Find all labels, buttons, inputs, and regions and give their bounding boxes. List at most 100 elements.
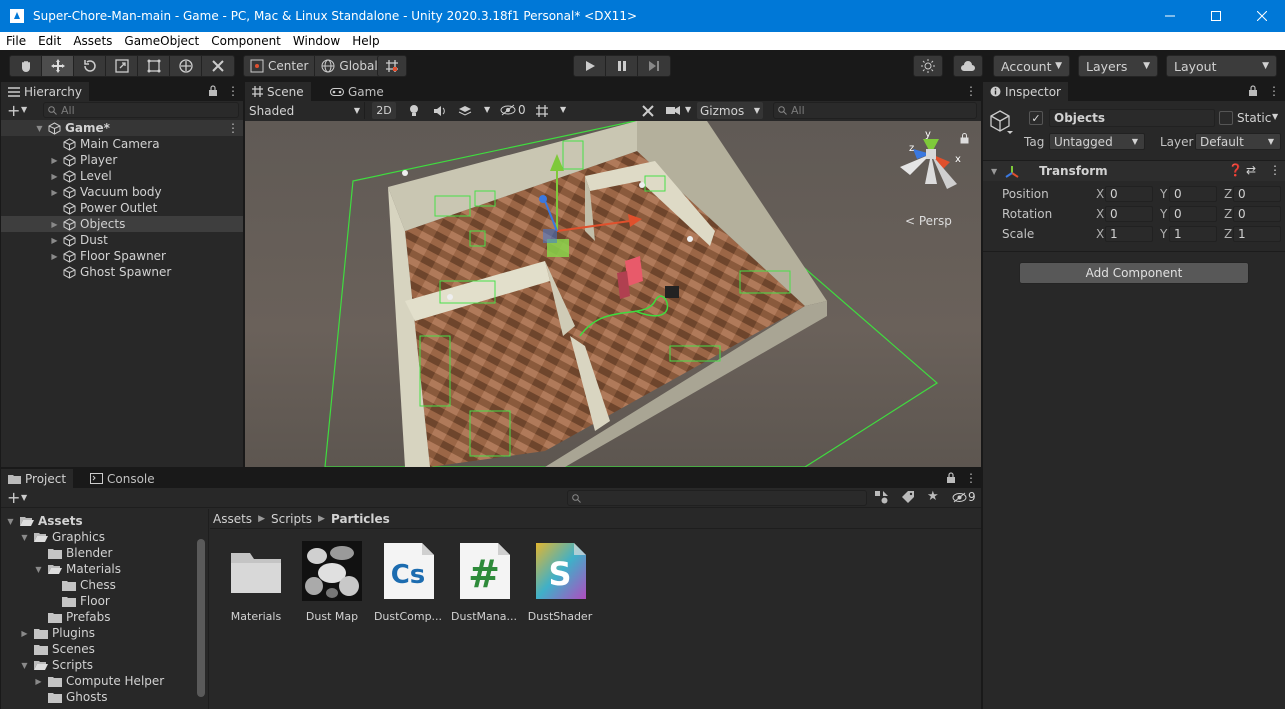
menu-help[interactable]: Help bbox=[346, 34, 385, 48]
asset-dustcomp-script[interactable]: Cs DustComp... bbox=[371, 541, 445, 623]
hidden-objects-toggle[interactable]: 0 bbox=[500, 103, 526, 117]
hierarchy-item[interactable]: ▶ Floor Spawner bbox=[1, 248, 243, 264]
hierarchy-item[interactable]: ▶ Vacuum body bbox=[1, 184, 243, 200]
asset-dustshader[interactable]: S DustShader bbox=[523, 541, 597, 623]
expanded-triangle-icon[interactable]: ▼ bbox=[20, 661, 29, 670]
kebab-menu-icon[interactable]: ⋮ bbox=[965, 471, 977, 485]
shading-mode-dropdown[interactable]: Shaded ▼ bbox=[245, 102, 365, 119]
transform-z-field[interactable]: 0 bbox=[1233, 206, 1281, 222]
pause-button[interactable] bbox=[606, 56, 638, 76]
hand-tool-button[interactable] bbox=[10, 56, 42, 76]
collapsed-triangle-icon[interactable]: ▶ bbox=[50, 220, 59, 229]
layer-dropdown[interactable]: Default ▼ bbox=[1195, 133, 1281, 150]
active-checkbox[interactable]: ✓ bbox=[1029, 111, 1043, 125]
move-tool-button[interactable] bbox=[42, 56, 74, 76]
scale-tool-button[interactable] bbox=[106, 56, 138, 76]
collapsed-triangle-icon[interactable]: ▶ bbox=[50, 252, 59, 261]
object-name-input[interactable]: Objects bbox=[1049, 109, 1215, 127]
pivot-mode-button[interactable]: Center bbox=[244, 56, 316, 76]
expanded-triangle-icon[interactable]: ▼ bbox=[6, 517, 15, 526]
rotate-tool-button[interactable] bbox=[74, 56, 106, 76]
tree-scrollbar[interactable] bbox=[197, 539, 205, 697]
kebab-menu-icon[interactable]: ⋮ bbox=[1268, 84, 1280, 98]
project-search-input[interactable] bbox=[567, 490, 867, 506]
toggle-2d-button[interactable]: 2D bbox=[372, 102, 396, 119]
preset-sliders-icon[interactable]: ⇄ bbox=[1246, 163, 1256, 177]
menu-edit[interactable]: Edit bbox=[32, 34, 67, 48]
project-tree-item[interactable]: Ghosts bbox=[1, 689, 107, 705]
hierarchy-item[interactable]: Power Outlet bbox=[1, 200, 243, 216]
layout-dropdown[interactable]: Layout ▼ bbox=[1166, 55, 1277, 77]
account-dropdown[interactable]: Account ▼ bbox=[993, 55, 1070, 77]
services-button[interactable] bbox=[914, 56, 942, 76]
play-button[interactable] bbox=[574, 56, 606, 76]
kebab-menu-icon[interactable]: ⋮ bbox=[1269, 163, 1281, 177]
step-button[interactable] bbox=[638, 56, 670, 76]
kebab-menu-icon[interactable]: ⋮ bbox=[227, 121, 239, 135]
collapsed-triangle-icon[interactable]: ▶ bbox=[50, 188, 59, 197]
collapsed-triangle-icon[interactable]: ▶ bbox=[50, 156, 59, 165]
hierarchy-search-input[interactable]: All bbox=[43, 102, 239, 118]
camera-icon[interactable] bbox=[666, 105, 680, 116]
caret-down-icon[interactable]: ▼ bbox=[21, 493, 27, 502]
persp-label[interactable]: < Persp bbox=[905, 214, 952, 228]
kebab-menu-icon[interactable]: ⋮ bbox=[227, 84, 239, 98]
project-tree-item[interactable]: Floor bbox=[1, 593, 110, 609]
lock-icon[interactable] bbox=[1248, 85, 1258, 97]
tab-game[interactable]: Game bbox=[323, 82, 391, 101]
caret-down-icon[interactable]: ▼ bbox=[21, 105, 27, 114]
minimize-button[interactable] bbox=[1147, 0, 1193, 32]
transform-y-field[interactable]: 0 bbox=[1169, 186, 1217, 202]
pivot-rotation-button[interactable]: Global bbox=[315, 56, 383, 76]
rect-tool-button[interactable] bbox=[138, 56, 170, 76]
hierarchy-item[interactable]: ▶ Dust bbox=[1, 232, 243, 248]
cloud-button[interactable] bbox=[954, 56, 982, 76]
grid-snap-button[interactable] bbox=[378, 56, 406, 76]
gizmos-dropdown[interactable]: Gizmos ▼ bbox=[697, 102, 763, 119]
lighting-bulb-icon[interactable] bbox=[408, 104, 420, 117]
tab-console[interactable]: Console bbox=[83, 469, 162, 488]
expanded-triangle-icon[interactable]: ▼ bbox=[35, 124, 44, 133]
project-tree-item[interactable]: Prefabs bbox=[1, 609, 111, 625]
caret-down-icon[interactable]: ▼ bbox=[1272, 112, 1278, 121]
transform-tool-button[interactable] bbox=[170, 56, 202, 76]
project-tree-item[interactable]: ▶ Plugins bbox=[1, 625, 95, 641]
lock-icon[interactable] bbox=[946, 472, 956, 484]
hierarchy-item[interactable]: Main Camera bbox=[1, 136, 243, 152]
layers-dropdown[interactable]: Layers ▼ bbox=[1078, 55, 1158, 77]
transform-y-field[interactable]: 0 bbox=[1169, 206, 1217, 222]
hierarchy-item[interactable]: ▶ Level bbox=[1, 168, 243, 184]
project-tree-item[interactable]: ▶ Compute Helper bbox=[1, 673, 164, 689]
breadcrumb-assets[interactable]: Assets bbox=[213, 512, 252, 526]
expanded-triangle-icon[interactable]: ▼ bbox=[991, 167, 997, 176]
static-checkbox[interactable] bbox=[1219, 111, 1233, 125]
grid-icon[interactable] bbox=[535, 104, 549, 118]
project-tree-item[interactable]: Scenes bbox=[1, 641, 95, 657]
tab-hierarchy[interactable]: Hierarchy bbox=[1, 82, 90, 101]
project-tree-item[interactable]: Blender bbox=[1, 545, 113, 561]
help-icon[interactable]: ❓ bbox=[1228, 163, 1243, 177]
scene-root-row[interactable]: ▼ Game* ⋮ bbox=[1, 120, 243, 136]
filter-type-icon[interactable] bbox=[875, 491, 888, 504]
hierarchy-item[interactable]: ▶ Objects bbox=[1, 216, 243, 232]
collapsed-triangle-icon[interactable]: ▶ bbox=[20, 629, 29, 638]
scene-search-input[interactable]: All bbox=[773, 102, 977, 119]
collapsed-triangle-icon[interactable]: ▶ bbox=[34, 677, 43, 686]
lock-icon[interactable] bbox=[960, 133, 969, 144]
project-tree-item[interactable]: Chess bbox=[1, 577, 116, 593]
custom-tool-button[interactable] bbox=[202, 56, 234, 76]
menu-assets[interactable]: Assets bbox=[67, 34, 118, 48]
transform-x-field[interactable]: 0 bbox=[1105, 186, 1153, 202]
menu-component[interactable]: Component bbox=[205, 34, 287, 48]
caret-down-icon[interactable]: ▼ bbox=[560, 105, 566, 114]
project-tree-item[interactable]: ▼ Graphics bbox=[1, 529, 105, 545]
asset-materials-folder[interactable]: Materials bbox=[219, 541, 293, 623]
transform-y-field[interactable]: 1 bbox=[1169, 226, 1217, 242]
hierarchy-item[interactable]: Ghost Spawner bbox=[1, 264, 243, 280]
transform-x-field[interactable]: 0 bbox=[1105, 206, 1153, 222]
breadcrumb-scripts[interactable]: Scripts bbox=[271, 512, 312, 526]
project-tree-item[interactable]: ▼ Materials bbox=[1, 561, 121, 577]
close-button[interactable] bbox=[1239, 0, 1285, 32]
add-component-button[interactable]: Add Component bbox=[1019, 262, 1249, 284]
hierarchy-item[interactable]: ▶ Player bbox=[1, 152, 243, 168]
